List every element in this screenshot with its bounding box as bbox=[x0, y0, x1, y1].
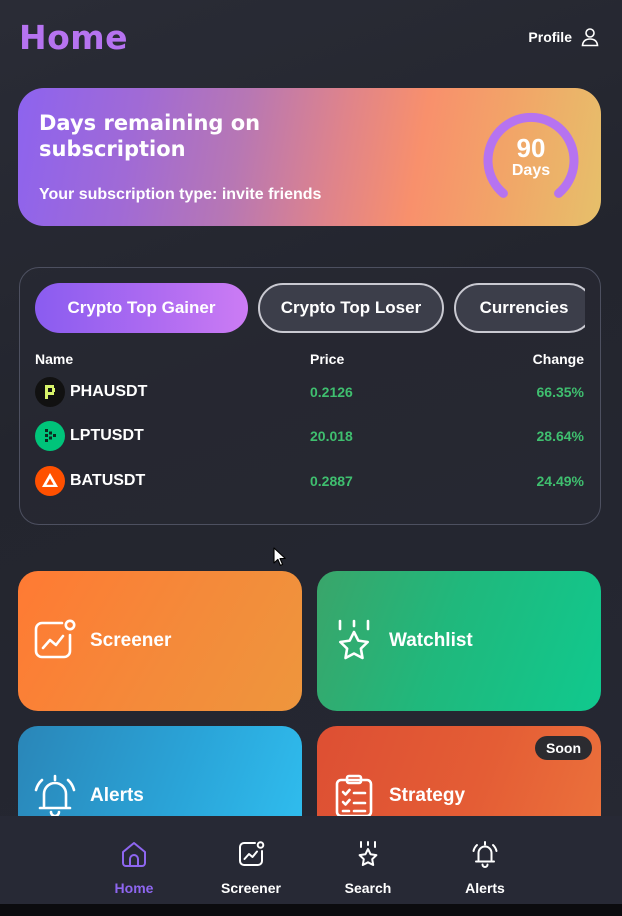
days-remaining-ring: 90 Days bbox=[483, 110, 579, 206]
coin-change: 24.49% bbox=[536, 473, 584, 489]
nav-item-screener[interactable]: Screener bbox=[201, 840, 301, 900]
coin-symbol: BATUSDT bbox=[70, 472, 146, 489]
nav-item-home[interactable]: Home bbox=[84, 840, 184, 900]
nav-item-search[interactable]: Search bbox=[318, 840, 418, 900]
nav-label-home: Home bbox=[114, 880, 154, 896]
profile-button[interactable]: Profile bbox=[528, 27, 600, 47]
coin-price: 20.018 bbox=[310, 428, 353, 444]
screener-label: Screener bbox=[90, 630, 172, 651]
table-row[interactable]: PHAUSDT 0.2126 66.35% bbox=[35, 376, 584, 408]
days-unit: Days bbox=[511, 162, 551, 179]
bell-icon bbox=[34, 774, 76, 818]
column-header-change: Change bbox=[532, 351, 584, 367]
home-icon bbox=[122, 842, 146, 867]
days-value: 90 bbox=[516, 133, 546, 163]
soon-badge: Soon bbox=[535, 736, 592, 760]
star-icon bbox=[338, 619, 370, 660]
header: Home Profile bbox=[19, 18, 600, 58]
coin-price: 0.2126 bbox=[310, 384, 353, 400]
coin-symbol: PHAUSDT bbox=[70, 383, 148, 400]
alerts-label: Alerts bbox=[90, 785, 144, 806]
nav-label-search: Search bbox=[344, 880, 392, 896]
chart-screen-icon bbox=[34, 619, 76, 659]
coin-price: 0.2887 bbox=[310, 473, 353, 489]
user-icon bbox=[581, 28, 599, 47]
nav-label-screener: Screener bbox=[221, 880, 281, 896]
coin-change: 66.35% bbox=[536, 384, 584, 400]
chart-screen-icon bbox=[239, 841, 265, 866]
clipboard-list-icon bbox=[335, 774, 373, 818]
bottom-system-bar bbox=[0, 904, 622, 916]
bat-coin-icon bbox=[35, 466, 65, 496]
table-row[interactable]: BATUSDT 0.2887 24.49% bbox=[35, 465, 584, 497]
tab-crypto-top-gainer[interactable]: Crypto Top Gainer bbox=[35, 283, 248, 333]
coin-symbol: LPTUSDT bbox=[70, 427, 144, 444]
bell-icon bbox=[472, 841, 498, 868]
column-header-price: Price bbox=[310, 351, 345, 367]
strategy-label: Strategy bbox=[389, 785, 466, 806]
watchlist-label: Watchlist bbox=[389, 630, 473, 651]
mouse-cursor-icon bbox=[273, 547, 286, 566]
bottom-nav: Home Screener Search Alerts bbox=[0, 816, 622, 904]
tab-currencies[interactable]: Currencies bbox=[454, 283, 585, 333]
tab-crypto-top-loser[interactable]: Crypto Top Loser bbox=[258, 283, 444, 333]
subscription-title: Days remaining on subscription bbox=[39, 111, 261, 161]
app-screen: Home Profile Days remaining on subscript… bbox=[0, 0, 622, 904]
pha-coin-icon bbox=[35, 377, 65, 407]
nav-item-alerts[interactable]: Alerts bbox=[435, 840, 535, 900]
table-row[interactable]: LPTUSDT 20.018 28.64% bbox=[35, 420, 584, 452]
star-search-icon bbox=[358, 841, 378, 866]
coin-change: 28.64% bbox=[536, 428, 584, 444]
subscription-card: Days remaining on subscription Your subs… bbox=[18, 88, 601, 226]
market-tabs: Crypto Top Gainer Crypto Top Loser Curre… bbox=[35, 283, 585, 335]
market-panel: Crypto Top Gainer Crypto Top Loser Curre… bbox=[19, 267, 601, 525]
screener-tile[interactable]: Screener bbox=[18, 571, 302, 711]
page-title: Home bbox=[19, 18, 129, 57]
profile-label: Profile bbox=[528, 29, 572, 45]
lpt-coin-icon bbox=[35, 421, 65, 451]
subscription-type: Your subscription type: invite friends bbox=[39, 186, 322, 203]
watchlist-tile[interactable]: Watchlist bbox=[317, 571, 601, 711]
nav-label-alerts: Alerts bbox=[465, 880, 505, 896]
column-header-name: Name bbox=[35, 351, 74, 367]
